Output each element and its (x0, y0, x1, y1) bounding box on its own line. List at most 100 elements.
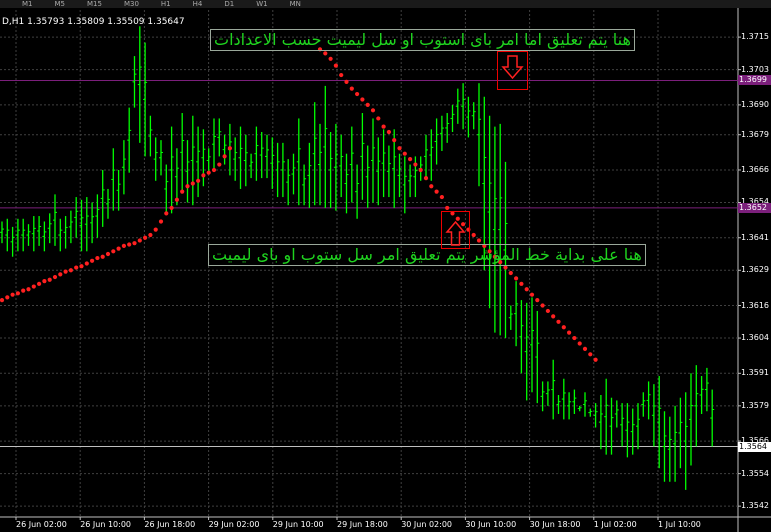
indicator-dot-upper (593, 357, 598, 362)
indicator-dot-upper (561, 325, 566, 330)
indicator-dot-upper (328, 56, 333, 61)
indicator-dot-lower (148, 232, 153, 238)
indicator-dot-lower (227, 146, 232, 151)
indicator-dot-upper (370, 108, 376, 113)
indicator-dot-lower (206, 170, 211, 175)
indicator-dot-upper (556, 319, 561, 324)
indicator-dot-upper (344, 79, 349, 84)
y-tick-label: 1.3579 (741, 400, 769, 410)
indicator-dot-lower (42, 279, 47, 284)
indicator-dot-lower (47, 277, 52, 282)
buy-marker-box (441, 211, 470, 249)
indicator-dot-upper (503, 265, 508, 270)
timeframe-m5[interactable]: M5 (55, 0, 66, 8)
indicator-dot-lower (211, 167, 217, 173)
indicator-dot-upper (339, 72, 344, 78)
y-tick-label: 1.3690 (741, 99, 769, 109)
indicator-dot-upper (418, 167, 423, 173)
y-tick-label: 1.3715 (741, 32, 769, 42)
indicator-dot-lower (201, 173, 206, 178)
y-tick-label: 1.3542 (741, 501, 769, 511)
y-tick-label: 1.3679 (741, 129, 769, 139)
indicator-dot-upper (588, 352, 593, 357)
current-price-tag: 1.3564 (738, 441, 771, 452)
indicator-dot-upper (323, 51, 328, 56)
indicator-dot-upper (567, 330, 572, 335)
chart-window: M1 M5 M15 M30 H1 H4 D1 W1 MN D,H1 1.35793 1.3580… (0, 0, 771, 532)
indicator-dot-upper (551, 314, 556, 319)
indicator-dot-upper (519, 281, 524, 286)
indicator-dot-lower (58, 272, 63, 277)
indicator-dot-upper (360, 97, 365, 102)
indicator-dot-lower (105, 251, 111, 257)
x-tick-label: 1 Jul 02:00 (593, 520, 637, 529)
timeframe-h4[interactable]: H4 (193, 0, 203, 8)
indicator-dot-lower (52, 274, 58, 280)
indicator-dot-lower (95, 255, 100, 261)
indicator-dot-lower (5, 295, 10, 300)
indicator-dot-lower (137, 238, 142, 243)
down-arrow-icon (501, 55, 524, 80)
timeframe-m15[interactable]: M15 (87, 0, 102, 8)
indicator-dot-lower (196, 178, 201, 183)
indicator-dot-upper (413, 162, 418, 167)
x-tick-label: 30 Jun 18:00 (529, 520, 581, 529)
timeframe-m1[interactable]: M1 (22, 0, 33, 8)
up-arrow-icon (445, 220, 466, 246)
x-tick-label: 26 Jun 02:00 (16, 520, 67, 529)
indicator-dot-lower (164, 211, 169, 216)
indicator-dot-upper (476, 238, 482, 243)
indicator-dot-lower (158, 219, 164, 224)
timeframe-w1[interactable]: W1 (256, 0, 267, 8)
timeframe-toolbar: M1 M5 M15 M30 H1 H4 D1 W1 MN (0, 0, 771, 8)
indicator-dot-upper (514, 276, 519, 281)
sell-marker-box (497, 51, 528, 90)
x-tick-label: 30 Jun 10:00 (465, 520, 517, 529)
timeframe-m30[interactable]: M30 (124, 0, 139, 8)
indicator-dot-upper (439, 194, 444, 200)
indicator-dot-lower (116, 246, 121, 251)
indicator-dot-upper (333, 63, 338, 68)
indicator-dot-upper (429, 184, 434, 189)
indicator-dot-upper (577, 341, 582, 346)
indicator-dot-upper (540, 303, 545, 308)
indicator-dot-lower (222, 154, 227, 159)
x-tick-label: 30 Jun 02:00 (401, 520, 453, 529)
y-tick-label: 1.3629 (741, 265, 769, 275)
indicator-dot-lower (121, 243, 126, 248)
price-level-tag: 1.3699 (738, 75, 771, 86)
timeframe-h1[interactable]: H1 (161, 0, 171, 8)
indicator-dot-lower (132, 241, 137, 246)
indicator-dot-upper (508, 270, 513, 276)
indicator-dot-lower (15, 291, 20, 296)
indicator-dot-lower (100, 254, 105, 259)
indicator-dot-lower (26, 287, 31, 292)
price-level-tag: 1.3652 (738, 202, 771, 213)
indicator-dot-upper (355, 91, 360, 97)
annotation-top-note: هنا يتم تعليق اما امر باى استوب او سل لي… (210, 29, 635, 51)
indicator-dot-upper (445, 205, 450, 211)
x-tick-label: 29 Jun 18:00 (337, 520, 388, 529)
indicator-dot-upper (349, 86, 354, 91)
indicator-dot-lower (217, 162, 222, 167)
y-tick-label: 1.3591 (741, 368, 769, 378)
x-tick-label: 26 Jun 10:00 (80, 520, 132, 529)
indicator-dot-upper (572, 335, 577, 341)
indicator-dot-lower (31, 284, 36, 289)
indicator-dot-lower (174, 197, 179, 202)
timeframe-mn[interactable]: MN (290, 0, 301, 8)
timeframe-d1[interactable]: D1 (224, 0, 234, 8)
indicator-dot-lower (37, 281, 42, 286)
indicator-dot-upper (392, 138, 397, 143)
indicator-dot-lower (84, 261, 89, 266)
x-tick-label: 29 Jun 10:00 (272, 520, 324, 529)
indicator-dot-upper (381, 124, 386, 129)
x-tick-label: 29 Jun 02:00 (208, 520, 260, 529)
indicator-dot-lower (68, 268, 73, 273)
indicator-dot-lower (63, 269, 68, 274)
indicator-dot-upper (545, 308, 551, 314)
price-chart[interactable] (0, 0, 771, 532)
indicator-dot-upper (582, 346, 588, 352)
indicator-dot-lower (185, 184, 190, 189)
indicator-dot-lower (74, 265, 79, 270)
